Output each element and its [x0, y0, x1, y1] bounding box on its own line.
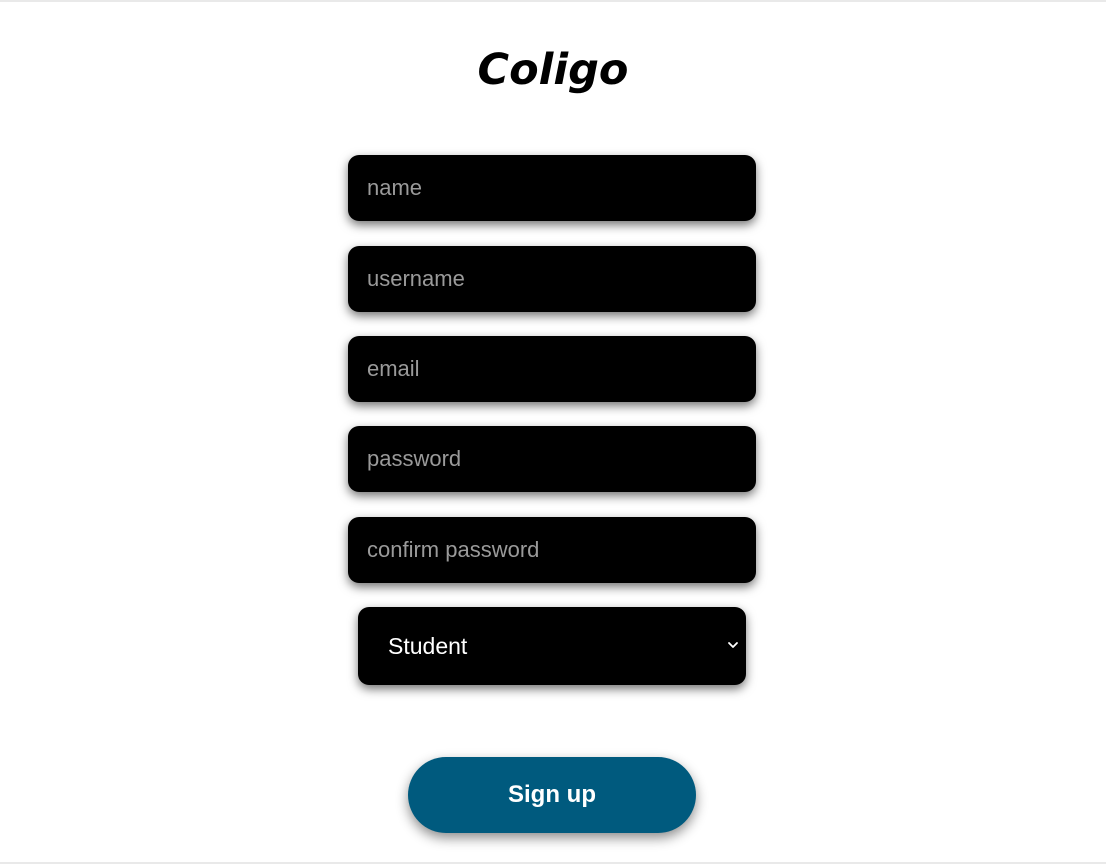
chevron-down-icon [728, 642, 738, 648]
role-select-value: Student [388, 633, 468, 659]
signup-button[interactable]: Sign up [408, 757, 696, 833]
role-select[interactable]: Student [358, 607, 746, 685]
name-field[interactable] [348, 155, 756, 221]
signup-page: Coligo Student Sign up [0, 0, 1106, 864]
app-logo-title: Coligo [477, 45, 629, 95]
username-field[interactable] [348, 246, 756, 312]
email-field[interactable] [348, 336, 756, 402]
password-field[interactable] [348, 426, 756, 492]
confirm-password-field[interactable] [348, 517, 756, 583]
